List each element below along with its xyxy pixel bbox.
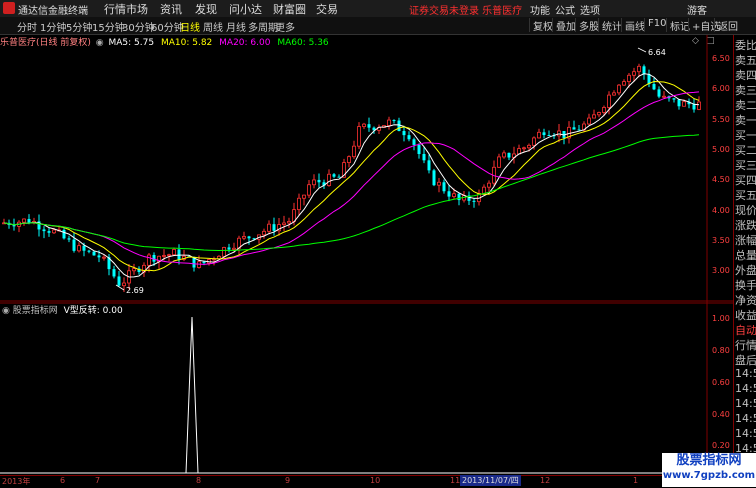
low-price-label: 2.69 bbox=[126, 286, 144, 295]
watermark-url: www.7gpzb.com bbox=[662, 470, 756, 481]
indicator-tick-label: 0.20 bbox=[712, 441, 730, 450]
period-tab[interactable]: 周线 bbox=[203, 19, 223, 34]
menu-functions[interactable]: 功能 bbox=[530, 2, 550, 17]
menu-news[interactable]: 资讯 bbox=[160, 1, 182, 17]
quote-panel: L 委比卖五卖四卖三卖二卖一买一买二买三买四买五现价涨跌涨幅总量外盘换手净资收益… bbox=[733, 35, 756, 475]
indicator-plot bbox=[0, 316, 707, 474]
mark-button[interactable]: 标记 bbox=[666, 18, 690, 33]
stats-button[interactable]: 统计 bbox=[598, 18, 622, 33]
quote-panel-item: 自动 bbox=[735, 324, 756, 337]
indicator-tick-label: 0.40 bbox=[712, 410, 730, 419]
quote-panel-item: 外盘 bbox=[735, 264, 756, 277]
menu-formula[interactable]: 公式 bbox=[555, 2, 575, 17]
time-tick-label: 1 bbox=[633, 476, 639, 485]
time-tick-label: 6 bbox=[60, 476, 66, 485]
watermark-logo: 股票指标网 www.7gpzb.com bbox=[662, 453, 756, 487]
quote-panel-item: 净资 bbox=[735, 294, 756, 307]
quote-panel-item: 14:50 bbox=[735, 382, 756, 395]
period-tab[interactable]: 月线 bbox=[226, 19, 246, 34]
quote-panel-item: 买一 bbox=[735, 129, 756, 142]
time-tick-label: 10 bbox=[370, 476, 381, 485]
quote-panel-item: 涨幅 bbox=[735, 234, 756, 247]
time-tick-label: 8 bbox=[196, 476, 202, 485]
overlay-button[interactable]: 叠加 bbox=[552, 18, 576, 33]
price-tick-label: 5.50 bbox=[712, 115, 730, 124]
quote-panel-item: 买三 bbox=[735, 159, 756, 172]
menu-trade[interactable]: 交易 bbox=[316, 1, 338, 17]
price-tick-label: 6.50 bbox=[712, 54, 730, 63]
price-tick-label: 3.00 bbox=[712, 266, 730, 275]
time-tick-label: 9 bbox=[285, 476, 291, 485]
time-axis: 2013年 6 7 8 9 10 11 12 1 bbox=[0, 475, 756, 488]
quote-panel-item: 14:50 bbox=[735, 367, 756, 380]
time-tick-label: 12 bbox=[540, 476, 551, 485]
period-tab-active[interactable]: 日线 bbox=[180, 19, 200, 34]
cursor-date-flag: 2013/11/07/四 bbox=[460, 475, 521, 486]
back-button[interactable]: 返回 bbox=[714, 18, 738, 33]
quote-panel-item: 卖二 bbox=[735, 99, 756, 112]
chart-grid bbox=[0, 35, 733, 475]
indicator-tick-label: 1.00 bbox=[712, 314, 730, 323]
app-logo-icon bbox=[3, 2, 15, 14]
high-price-label: 6.64 bbox=[648, 48, 666, 57]
quote-panel-item: 14:50 bbox=[735, 397, 756, 410]
quote-panel-item: 行情 bbox=[735, 339, 756, 352]
quote-panel-item: 委比 bbox=[735, 39, 756, 52]
app-title: 通达信金融终端 bbox=[18, 6, 88, 17]
period-tab[interactable]: 15分钟 bbox=[92, 19, 125, 34]
price-tick-label: 6.00 bbox=[712, 84, 730, 93]
quote-panel-item: 买四 bbox=[735, 174, 756, 187]
quote-panel-item: 买二 bbox=[735, 144, 756, 157]
indicator-tick-label: 0.80 bbox=[712, 346, 730, 355]
menu-market[interactable]: 市场 bbox=[126, 1, 148, 17]
period-tab[interactable]: 5分钟 bbox=[66, 19, 92, 34]
quote-panel-item: 卖五 bbox=[735, 54, 756, 67]
period-tab[interactable]: 30分钟 bbox=[122, 19, 155, 34]
quote-panel-item: 卖三 bbox=[735, 84, 756, 97]
price-tick-label: 4.50 bbox=[712, 175, 730, 184]
moving-averages bbox=[3, 73, 700, 278]
period-tab[interactable]: 60分钟 bbox=[151, 19, 184, 34]
kline-chart[interactable]: 6.50 6.00 5.50 5.00 4.50 4.00 3.50 3.00 … bbox=[0, 35, 733, 475]
quote-panel-item: 14:50 bbox=[735, 412, 756, 425]
price-axis: 6.50 6.00 5.50 5.00 4.50 4.00 3.50 3.00 bbox=[712, 54, 730, 275]
time-tick-label: 2013年 bbox=[2, 477, 31, 486]
menu-options[interactable]: 选项 bbox=[580, 2, 600, 17]
candlesticks bbox=[2, 63, 701, 292]
time-tick-label: 11 bbox=[450, 476, 461, 485]
time-tick-label: 7 bbox=[95, 476, 101, 485]
period-tab[interactable]: 1分钟 bbox=[40, 19, 66, 34]
price-tick-label: 3.50 bbox=[712, 236, 730, 245]
quote-panel-item: 收益 bbox=[735, 309, 756, 322]
indicator-axis: 1.00 0.80 0.60 0.40 0.20 bbox=[712, 314, 730, 450]
quote-panel-item: 换手 bbox=[735, 279, 756, 292]
period-tab[interactable]: 多周期 bbox=[248, 19, 278, 34]
title-bar: 通达信金融终端 行情 市场 资讯 发现 问小达 财富圈 交易 证券交易未登录 乐… bbox=[0, 0, 756, 18]
period-toolbar: 分时 1分钟 5分钟 15分钟 30分钟 60分钟 日线 周线 月线 多周期 更… bbox=[0, 17, 756, 35]
f10-button[interactable]: F10 bbox=[644, 18, 666, 32]
menu-quotes[interactable]: 行情 bbox=[104, 1, 126, 17]
quote-panel-item: 涨跌 bbox=[735, 219, 756, 232]
quote-panel-item: 盘后 bbox=[735, 354, 756, 367]
quote-panel-item: 14:50 bbox=[735, 427, 756, 440]
draw-button[interactable]: 画线 bbox=[621, 18, 645, 33]
quote-panel-item: 买五 bbox=[735, 189, 756, 202]
price-tick-label: 4.00 bbox=[712, 206, 730, 215]
period-tab[interactable]: 更多 bbox=[275, 19, 295, 34]
price-tick-label: 5.00 bbox=[712, 145, 730, 154]
menu-discover[interactable]: 发现 bbox=[195, 1, 217, 17]
multistock-button[interactable]: 多股 bbox=[575, 18, 599, 33]
menu-ask[interactable]: 问小达 bbox=[229, 1, 262, 17]
quote-panel-item: 总量 bbox=[735, 249, 756, 262]
guest-button[interactable]: 游客 bbox=[687, 2, 707, 17]
period-tab[interactable]: 分时 bbox=[17, 19, 37, 34]
quote-panel-item: 卖一 bbox=[735, 114, 756, 127]
menu-wealth[interactable]: 财富圈 bbox=[273, 1, 306, 17]
quote-panel-item: 卖四 bbox=[735, 69, 756, 82]
quote-panel-item: 现价 bbox=[735, 204, 756, 217]
login-alert[interactable]: 证券交易未登录 乐普医疗 bbox=[409, 2, 522, 17]
adjust-button[interactable]: 复权 bbox=[529, 18, 553, 33]
indicator-tick-label: 0.60 bbox=[712, 378, 730, 387]
watermark-title: 股票指标网 bbox=[676, 453, 742, 468]
